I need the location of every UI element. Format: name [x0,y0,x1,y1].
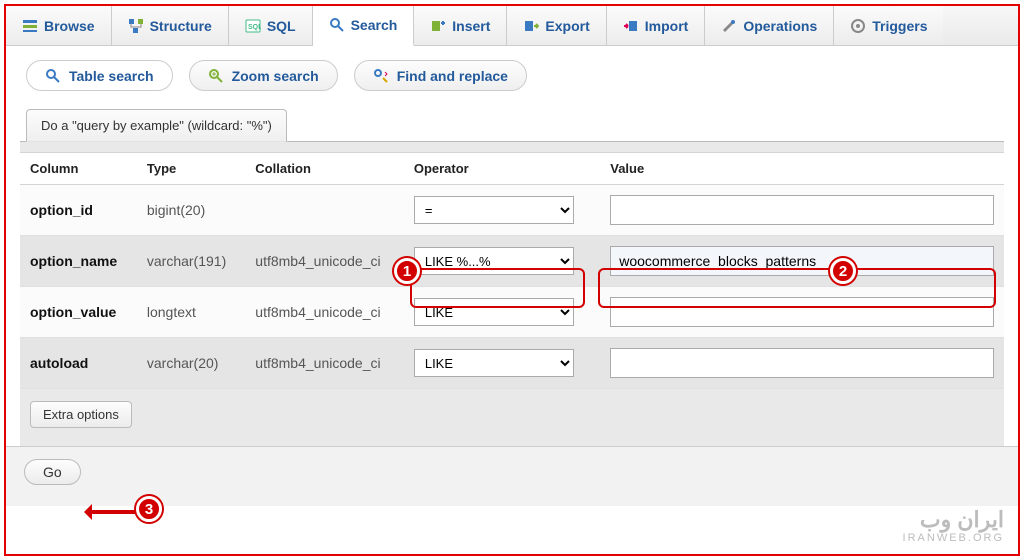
th-column: Column [20,153,137,185]
cell-collation: utf8mb4_unicode_ci [245,236,404,287]
tab-export[interactable]: Export [507,6,606,45]
table-row: autoload varchar(20) utf8mb4_unicode_ci … [20,338,1004,389]
tab-label: Operations [743,18,817,34]
panel-title: Do a "query by example" (wildcard: "%") [26,109,287,142]
cell-column: option_name [20,236,137,287]
svg-text:SQL: SQL [248,24,261,31]
subtab-label: Find and replace [397,68,508,84]
tab-sql[interactable]: SQL SQL [229,6,313,45]
operator-select[interactable]: LIKE %...% [414,247,574,275]
annotation-marker-3: 3 [136,496,162,522]
sql-icon: SQL [245,18,261,34]
subtab-table-search[interactable]: Table search [26,60,173,91]
th-type: Type [137,153,245,185]
cell-type: bigint(20) [137,185,245,236]
annotation-marker-1: 1 [394,258,420,284]
tab-search[interactable]: Search [313,6,415,46]
extra-options-button[interactable]: Extra options [30,401,132,428]
cell-collation: utf8mb4_unicode_ci [245,287,404,338]
tab-structure[interactable]: Structure [112,6,229,45]
structure-icon [128,18,144,34]
subtab-zoom-search[interactable]: Zoom search [189,60,338,91]
cell-type: varchar(191) [137,236,245,287]
annotation-marker-2: 2 [830,258,856,284]
value-input[interactable] [610,246,994,276]
tab-label: Insert [452,18,490,34]
th-collation: Collation [245,153,404,185]
qbe-table: Column Type Collation Operator Value opt… [20,152,1004,389]
tab-label: Browse [44,18,95,34]
cell-collation [245,185,404,236]
watermark-en: IRANWEB.ORG [903,532,1004,544]
table-row: option_id bigint(20) = [20,185,1004,236]
go-button[interactable]: Go [24,459,81,485]
search-icon [329,17,345,33]
triggers-icon [850,18,866,34]
watermark: ایران وب IRANWEB.ORG [903,508,1004,544]
tab-label: Structure [150,18,212,34]
operations-icon [721,18,737,34]
browse-icon [22,18,38,34]
cell-column: autoload [20,338,137,389]
table-row: option_value longtext utf8mb4_unicode_ci… [20,287,1004,338]
import-icon [623,18,639,34]
tab-operations[interactable]: Operations [705,6,834,45]
tab-import[interactable]: Import [607,6,706,45]
operator-select[interactable]: LIKE [414,349,574,377]
tab-browse[interactable]: Browse [6,6,112,45]
tab-label: Search [351,17,398,33]
cell-type: varchar(20) [137,338,245,389]
annotation-arrow-3 [86,510,136,514]
th-operator: Operator [404,153,600,185]
tab-label: Triggers [872,18,927,34]
subtab-find-replace[interactable]: Find and replace [354,60,527,91]
watermark-fa: ایران وب [903,508,1004,532]
search-icon [45,67,61,84]
value-input[interactable] [610,348,994,378]
tab-label: SQL [267,18,296,34]
tab-label: Import [645,18,689,34]
subtab-label: Zoom search [232,68,319,84]
cell-collation: utf8mb4_unicode_ci [245,338,404,389]
cell-column: option_id [20,185,137,236]
value-input[interactable] [610,195,994,225]
value-input[interactable] [610,297,994,327]
find-replace-icon [373,67,389,84]
cell-column: option_value [20,287,137,338]
table-row: option_name varchar(191) utf8mb4_unicode… [20,236,1004,287]
tab-triggers[interactable]: Triggers [834,6,943,45]
cell-type: longtext [137,287,245,338]
export-icon [523,18,539,34]
operator-select[interactable]: = [414,196,574,224]
insert-icon [430,18,446,34]
tab-label: Export [545,18,589,34]
th-value: Value [600,153,1004,185]
operator-select[interactable]: LIKE [414,298,574,326]
subtab-label: Table search [69,68,154,84]
zoom-icon [208,67,224,84]
tab-insert[interactable]: Insert [414,6,507,45]
